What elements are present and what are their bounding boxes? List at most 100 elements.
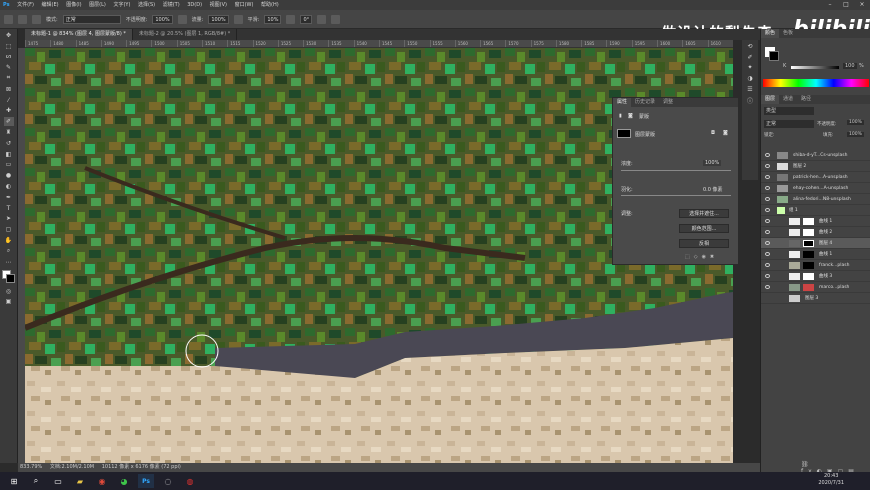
color-bg-swatch[interactable] bbox=[769, 51, 779, 61]
k-value[interactable]: 100 bbox=[843, 63, 857, 69]
crop-tool-icon[interactable]: ⌗ bbox=[4, 74, 14, 83]
frame-tool-icon[interactable]: ⊠ bbox=[4, 85, 14, 94]
eye-icon[interactable] bbox=[765, 175, 770, 179]
menu-3d[interactable]: 3D(D) bbox=[187, 0, 202, 10]
invert-button[interactable]: 反相 bbox=[679, 239, 729, 248]
smooth-field[interactable]: 10% bbox=[264, 14, 282, 24]
pressure-opacity-icon[interactable] bbox=[177, 14, 187, 24]
more-tools-icon[interactable]: ⋯ bbox=[4, 258, 14, 267]
home-icon[interactable] bbox=[4, 14, 13, 24]
tab-color[interactable]: 颜色 bbox=[761, 29, 780, 38]
tab-document-1[interactable]: 未标题-1 @ 834% (图层 4, 图层蒙版/8) * bbox=[25, 29, 133, 40]
layer-kind-filter[interactable]: 类型 bbox=[764, 107, 814, 115]
color-range-button[interactable]: 颜色范围... bbox=[679, 224, 729, 233]
layer-row[interactable]: alina-fedori...N8-unsplash bbox=[761, 194, 870, 205]
layer-row[interactable]: 曲线 2 bbox=[761, 227, 870, 238]
smooth-settings-icon[interactable] bbox=[286, 14, 296, 24]
screen-mode-icon[interactable]: ▣ bbox=[4, 297, 14, 306]
layer-row[interactable]: ehay-cohen...A-unsplash bbox=[761, 183, 870, 194]
symmetry-icon[interactable] bbox=[331, 14, 341, 24]
close-button[interactable]: × bbox=[854, 0, 870, 10]
pixel-mask-icon[interactable]: ▮ bbox=[619, 113, 622, 119]
menu-help[interactable]: 帮助(H) bbox=[261, 0, 279, 10]
tab-swatches[interactable]: 色板 bbox=[779, 29, 797, 38]
menu-layer[interactable]: 图层(L) bbox=[89, 0, 106, 10]
eye-icon[interactable] bbox=[765, 186, 770, 190]
menu-edit[interactable]: 编辑(E) bbox=[42, 0, 59, 10]
tab-properties[interactable]: 属性 bbox=[613, 98, 632, 107]
minimize-button[interactable]: – bbox=[822, 0, 838, 10]
menu-filter[interactable]: 滤镜(T) bbox=[163, 0, 180, 10]
opacity-field[interactable]: 100% bbox=[152, 14, 173, 24]
wechat-icon[interactable]: ◕ bbox=[116, 474, 132, 488]
tab-layers[interactable]: 图层 bbox=[761, 95, 780, 104]
eye-icon[interactable] bbox=[765, 274, 770, 278]
brush-tool-icon[interactable]: ✐ bbox=[3, 117, 14, 127]
select-mask-icon[interactable]: ◘ bbox=[711, 130, 715, 136]
chrome-icon[interactable]: ◉ bbox=[94, 474, 110, 488]
menu-image[interactable]: 图像(I) bbox=[66, 0, 81, 10]
mode-select[interactable]: 正常 bbox=[62, 14, 121, 24]
menu-view[interactable]: 视图(V) bbox=[210, 0, 227, 10]
layer-row-selected[interactable]: 图层 4 bbox=[761, 238, 870, 249]
file-explorer-icon[interactable]: ▰ bbox=[72, 474, 88, 488]
marquee-tool-icon[interactable]: ⬚ bbox=[4, 42, 14, 51]
airbrush-icon[interactable] bbox=[233, 14, 243, 24]
app-icon[interactable]: ◌ bbox=[160, 474, 176, 488]
blend-mode-select[interactable]: 正常 bbox=[764, 120, 814, 128]
layer-row[interactable]: 图层 3 bbox=[761, 293, 870, 304]
angle-field[interactable]: 0° bbox=[300, 14, 313, 24]
layer-row[interactable]: 曲线 3 bbox=[761, 271, 870, 282]
layer-group-row[interactable]: 组 1 bbox=[761, 205, 870, 216]
layer-row[interactable]: patrick-hen...A-unsplash bbox=[761, 172, 870, 183]
task-view-icon[interactable]: ▭ bbox=[50, 474, 66, 488]
flow-field[interactable]: 100% bbox=[208, 14, 229, 24]
windows-logo-icon[interactable]: ⊞ bbox=[6, 474, 22, 488]
healing-tool-icon[interactable]: ✚ bbox=[4, 106, 14, 115]
system-clock[interactable]: 20:43 2020/7/31 bbox=[818, 473, 844, 487]
gradient-tool-icon[interactable]: ▭ bbox=[4, 160, 14, 169]
layer-opacity-field[interactable]: 100% bbox=[847, 120, 864, 125]
zoom-tool-icon[interactable]: ⌕ bbox=[4, 247, 14, 256]
shape-tool-icon[interactable]: ▢ bbox=[4, 225, 14, 234]
photoshop-icon[interactable]: Ps bbox=[138, 474, 154, 488]
eye-icon[interactable] bbox=[765, 208, 770, 212]
layer-row[interactable]: marco...plash bbox=[761, 282, 870, 293]
brush-panel-icon[interactable]: ✐ bbox=[745, 53, 755, 62]
move-tool-icon[interactable]: ✥ bbox=[4, 31, 14, 40]
eye-icon[interactable] bbox=[765, 241, 770, 245]
maximize-button[interactable]: □ bbox=[838, 0, 854, 10]
feather-slider[interactable] bbox=[621, 195, 731, 196]
layer-row[interactable]: shiba-d-yT...Cs-unsplash bbox=[761, 150, 870, 161]
eye-icon[interactable] bbox=[765, 285, 770, 289]
brush-settings-icon[interactable] bbox=[32, 14, 41, 24]
eye-icon[interactable] bbox=[765, 263, 770, 267]
color-swatches[interactable] bbox=[1, 269, 16, 284]
blur-tool-icon[interactable]: ● bbox=[4, 171, 14, 180]
density-slider[interactable] bbox=[621, 170, 731, 171]
ps-logo[interactable]: Ps bbox=[3, 0, 10, 10]
layer-row[interactable]: 曲线 1 bbox=[761, 216, 870, 227]
k-slider[interactable] bbox=[791, 66, 839, 69]
mask-footer-icons[interactable]: ⬚◇◉✖ bbox=[685, 254, 718, 260]
fill-field[interactable]: 100% bbox=[847, 132, 864, 137]
eye-icon[interactable] bbox=[765, 230, 770, 234]
tab-paths[interactable]: 路径 bbox=[797, 95, 815, 104]
eye-icon[interactable] bbox=[765, 164, 770, 168]
layer-row[interactable]: 图层 2 bbox=[761, 161, 870, 172]
properties-icon[interactable]: ☰ bbox=[745, 85, 755, 94]
zoom-level[interactable]: 833.79% bbox=[20, 464, 42, 470]
vector-mask-icon[interactable]: ◙ bbox=[628, 113, 633, 119]
vector-add-icon[interactable]: ◙ bbox=[723, 130, 728, 136]
eye-icon[interactable] bbox=[765, 219, 770, 223]
tab-history[interactable]: 历史记录 bbox=[631, 98, 659, 107]
menu-type[interactable]: 文字(Y) bbox=[113, 0, 130, 10]
netease-music-icon[interactable]: ◍ bbox=[182, 474, 198, 488]
stamp-tool-icon[interactable]: ♜ bbox=[4, 128, 14, 137]
adjust-icon[interactable]: ◑ bbox=[745, 74, 755, 83]
layer-row[interactable]: franck...plash bbox=[761, 260, 870, 271]
select-and-mask-button[interactable]: 选择并遮住... bbox=[679, 209, 729, 218]
path-select-tool-icon[interactable]: ➤ bbox=[4, 214, 14, 223]
styles-icon[interactable]: ✦ bbox=[745, 63, 755, 72]
menu-file[interactable]: 文件(F) bbox=[17, 0, 34, 10]
